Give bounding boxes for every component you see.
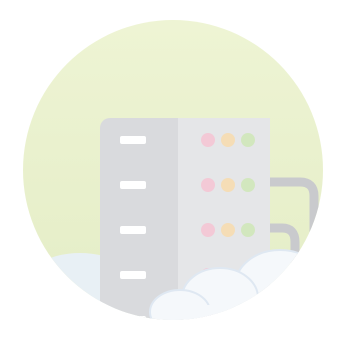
server-cloud-illustration: [23, 20, 323, 320]
status-led: [221, 313, 235, 320]
server-slot: [120, 136, 146, 144]
status-led: [241, 313, 255, 320]
server-slot: [120, 271, 146, 279]
server-slot: [120, 316, 146, 320]
status-led: [241, 133, 255, 147]
status-led: [221, 133, 235, 147]
status-led: [221, 178, 235, 192]
status-led: [201, 133, 215, 147]
server-slot: [120, 181, 146, 189]
status-led: [201, 223, 215, 237]
server-slot: [120, 226, 146, 234]
status-led: [241, 223, 255, 237]
status-led: [241, 178, 255, 192]
status-led: [201, 178, 215, 192]
status-led: [221, 223, 235, 237]
illustration-stage: [0, 0, 339, 345]
